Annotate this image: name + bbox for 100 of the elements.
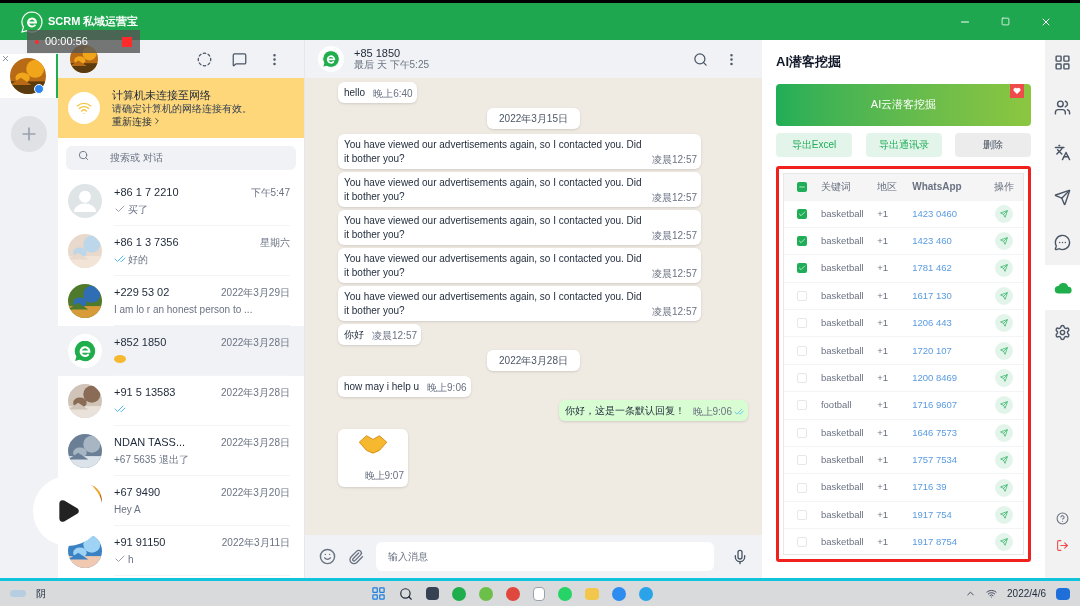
keyword-cell-text: basketball: [820, 453, 865, 468]
search-icon[interactable]: [399, 586, 413, 601]
weather-text: 阴: [36, 587, 46, 601]
chat-preview: 买了: [128, 202, 148, 217]
attach-icon[interactable]: [348, 548, 364, 565]
heart-ribbon-icon: [1010, 83, 1024, 98]
row-checkbox[interactable]: [797, 236, 808, 247]
chat-name: +91 5 13583: [114, 385, 176, 401]
region-cell-text: +1: [877, 453, 890, 468]
whatsapp-number[interactable]: 1200 8469: [912, 370, 985, 386]
app-icon[interactable]: [506, 586, 520, 601]
chat-preview: Hey A: [114, 502, 141, 517]
search-field[interactable]: 搜索或 对话: [66, 145, 296, 170]
row-checkbox[interactable]: [797, 318, 808, 329]
region-cell-text: +1: [877, 316, 890, 331]
account-tab[interactable]: [0, 54, 58, 98]
message-time: 晚上6:40: [373, 88, 413, 100]
cloud-icon: [10, 590, 26, 597]
region-cell-text: +1: [877, 343, 890, 358]
row-checkbox[interactable]: [797, 427, 808, 438]
whatsapp-number[interactable]: 1716 39: [912, 480, 985, 495]
contacts-icon[interactable]: [1054, 99, 1071, 116]
whatsapp-number[interactable]: 1423 0460: [912, 206, 985, 221]
date-chip: 2022年3月15日: [487, 108, 580, 129]
row-checkbox[interactable]: [797, 290, 808, 301]
wifi-icon[interactable]: [986, 588, 998, 599]
send-icon[interactable]: [1054, 189, 1071, 206]
wifi-alert-icon: [68, 92, 100, 124]
keyword-cell-text: basketball: [820, 507, 865, 522]
whatsapp-number[interactable]: 1781 462: [912, 261, 985, 276]
notification-icon[interactable]: [1056, 587, 1070, 600]
stop-button[interactable]: [122, 36, 132, 47]
whatsapp-number[interactable]: 1423 460: [912, 233, 985, 249]
status-icon[interactable]: [197, 51, 212, 67]
recording-time: 00:00:56: [45, 34, 88, 50]
action-button[interactable]: 导出通讯录: [865, 132, 942, 157]
keyword-cell-text: basketball: [820, 425, 865, 440]
keyword-cell-text: basketball: [820, 206, 865, 221]
chat-item[interactable]: +852 1850 2022年3月28日: [58, 325, 304, 376]
close-icon[interactable]: [1, 54, 10, 63]
maximize-icon[interactable]: [1001, 17, 1010, 26]
chat-bubble-icon[interactable]: [1054, 234, 1071, 251]
region-cell-text: +1: [877, 206, 890, 221]
whatsapp-number[interactable]: 1646 7573: [912, 425, 985, 440]
mic-icon[interactable]: [732, 548, 748, 565]
chat-name: +91 91150: [114, 535, 166, 551]
select-all-checkbox[interactable]: [797, 181, 808, 192]
row-checkbox[interactable]: [797, 400, 808, 411]
app-icon[interactable]: [426, 587, 439, 600]
reconnect-link[interactable]: 重新连接: [112, 114, 252, 128]
message-text: You have viewed our advertisements again, so I contacted you. Did it bother you?: [344, 214, 643, 242]
whatsapp-number[interactable]: 1917 754: [912, 507, 985, 523]
row-checkbox[interactable]: [797, 345, 808, 356]
start-icon[interactable]: [371, 586, 386, 601]
keyword-cell-text: basketball: [820, 261, 865, 276]
region-cell-text: +1: [877, 370, 890, 385]
whatsapp-number[interactable]: 1206 443: [912, 316, 985, 331]
whatsapp-number[interactable]: 1917 8754: [912, 535, 985, 550]
message-text: You have viewed our advertisements again, so I contacted you. Did it bother you?: [344, 252, 643, 280]
whatsapp-number[interactable]: 1617 130: [912, 288, 985, 303]
message-time: 凌晨12:57: [652, 230, 698, 242]
whatsapp-number[interactable]: 1757 7534: [912, 453, 985, 468]
help-icon[interactable]: [1056, 512, 1069, 525]
logo-icon: [20, 9, 44, 34]
contact-name: +85 1850: [354, 47, 402, 59]
ai-cloud-icon[interactable]: [1053, 281, 1072, 294]
region-cell-text: +1: [877, 398, 890, 413]
settings-icon[interactable]: [1054, 324, 1071, 341]
whatsapp-number[interactable]: 1716 9607: [912, 398, 985, 413]
grid-icon[interactable]: [1054, 54, 1071, 71]
add-account-button[interactable]: [11, 116, 47, 152]
action-button[interactable]: 导出Excel: [776, 132, 852, 157]
message-input[interactable]: 输入消息: [376, 542, 714, 571]
row-checkbox[interactable]: [797, 482, 808, 493]
chat-name: +86 1 3 7356: [114, 235, 179, 251]
row-checkbox[interactable]: [797, 208, 808, 219]
row-checkbox[interactable]: [797, 537, 808, 548]
region-cell-text: +1: [877, 535, 890, 550]
region-cell-text: +1: [877, 288, 890, 303]
ai-mining-button[interactable]: AI云潜客挖掘: [776, 83, 1031, 126]
row-checkbox[interactable]: [797, 373, 808, 384]
message-text: You have viewed our advertisements again, so I contacted you. Did it bother you?: [344, 290, 643, 318]
row-checkbox[interactable]: [797, 510, 808, 520]
translate-icon[interactable]: [1054, 144, 1071, 161]
action-button[interactable]: 删除: [955, 132, 1031, 157]
tool-tab[interactable]: [1045, 265, 1080, 310]
row-checkbox[interactable]: [797, 263, 808, 274]
emoji-icon[interactable]: [319, 548, 336, 565]
region-cell-text: +1: [877, 507, 890, 522]
column-header: 操作: [992, 180, 1015, 194]
logout-icon[interactable]: [1056, 539, 1069, 552]
search-icon[interactable]: [693, 51, 708, 67]
new-chat-icon[interactable]: [232, 51, 247, 67]
chat-preview: +67 5635 退出了: [114, 452, 189, 467]
message-text: You have viewed our advertisements again, so I contacted you. Did it bother you?: [344, 138, 643, 166]
message-time: 凌晨12:57: [372, 330, 418, 342]
keyword-cell-text: basketball: [820, 233, 865, 248]
whatsapp-number[interactable]: 1720 107: [912, 343, 985, 358]
read-ticks-icon: [734, 407, 744, 417]
row-checkbox[interactable]: [797, 455, 808, 466]
